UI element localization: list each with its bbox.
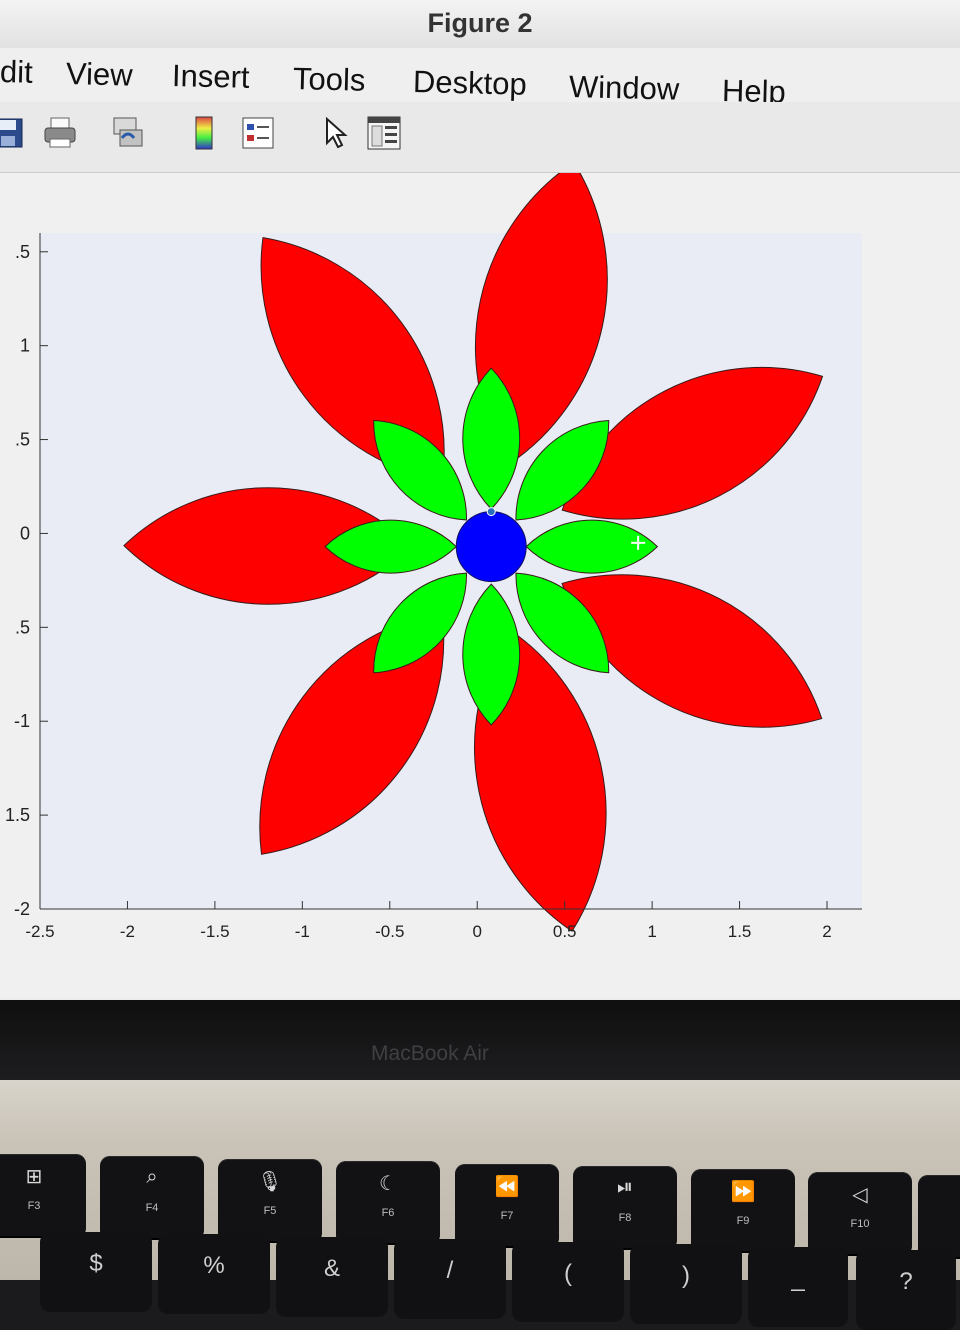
figure-canvas: -2.5 -2 -1.5 -1 -0.5 0 0.5 1 1.5 2 .5 1.5 0.5 -1 1.5-… xyxy=(0,173,960,998)
key-legend: ? xyxy=(899,1268,913,1295)
x-tick-label: -1.5 xyxy=(200,922,229,941)
x-tick-label: 1.5 xyxy=(728,922,752,941)
search-icon: ⌕ xyxy=(146,1166,158,1188)
key-f3[interactable]: ⊞ F3 xyxy=(0,1154,86,1236)
keyboard-deck: ⊞ F3 ⌕ F4 🎙 F5 ☾ F6 ⏪ F7 ⏯ F8 ⏩ F9 ◁ F10… xyxy=(0,1080,960,1330)
key-label: F9 xyxy=(736,1215,750,1227)
y-tick-label: .5 xyxy=(15,430,30,450)
key-f5[interactable]: 🎙 F5 xyxy=(218,1159,322,1241)
x-tick-label: 0.5 xyxy=(553,922,577,941)
key-label: F7 xyxy=(500,1210,514,1222)
y-tick-label: .5 xyxy=(15,242,30,262)
play-pause-icon: ⏯ xyxy=(617,1176,633,1198)
plot-axes[interactable]: -2.5 -2 -1.5 -1 -0.5 0 0.5 1 1.5 2 .51.50.5-11.5-… xyxy=(0,173,960,998)
key-f4[interactable]: ⌕ F4 xyxy=(100,1156,204,1238)
x-tick-label: 0 xyxy=(472,922,481,941)
key-legend: _ xyxy=(791,1265,805,1292)
laptop-screen: Figure 2 dit View Insert Tools Desktop W… xyxy=(0,0,960,1020)
menu-edit[interactable]: dit xyxy=(0,54,33,91)
y-tick-label: -2 xyxy=(14,899,30,919)
menu-bar: dit View Insert Tools Desktop Window Hel… xyxy=(0,48,960,110)
key-f9[interactable]: ⏩ F9 xyxy=(691,1169,795,1251)
x-tick-label: 1 xyxy=(647,922,656,941)
y-tick-labels: .51.50.5-11.5-2 xyxy=(5,242,30,919)
menu-insert[interactable]: Insert xyxy=(172,58,250,96)
x-tick-label: -0.5 xyxy=(375,922,404,941)
mute-icon: ◁ xyxy=(852,1184,868,1206)
key-slash[interactable]: / xyxy=(394,1239,506,1319)
legend-icon[interactable] xyxy=(236,110,280,156)
moon-icon: ☾ xyxy=(379,1173,397,1195)
key-legend: ( xyxy=(564,1260,572,1287)
key-legend: / xyxy=(446,1257,454,1284)
y-tick-label: 1 xyxy=(20,336,30,356)
key-label: F6 xyxy=(381,1207,395,1219)
key-legend: ) xyxy=(682,1262,690,1289)
figure-toolbar xyxy=(0,102,960,173)
print-icon[interactable] xyxy=(38,110,82,156)
x-tick-label: -1 xyxy=(295,922,310,941)
x-tick-label: 2 xyxy=(822,922,831,941)
key-legend: & xyxy=(323,1255,340,1282)
key-label: F4 xyxy=(145,1202,159,1214)
key-label: F10 xyxy=(850,1218,870,1230)
key-question[interactable]: ? xyxy=(856,1250,956,1330)
y-tick-label: .5 xyxy=(15,617,30,637)
key-paren-open[interactable]: ( xyxy=(512,1242,624,1322)
link-plot-icon[interactable] xyxy=(106,110,150,156)
menu-view[interactable]: View xyxy=(66,56,133,94)
rewind-icon: ⏪ xyxy=(494,1176,520,1198)
key-ampersand[interactable]: & xyxy=(276,1237,388,1317)
x-tick-labels: -2.5 -2 -1.5 -1 -0.5 0 0.5 1 1.5 2 xyxy=(25,922,831,941)
window-title: Figure 2 xyxy=(427,8,533,38)
key-label: F3 xyxy=(27,1200,41,1212)
x-tick-label: -2 xyxy=(120,922,135,941)
colorbar-icon[interactable] xyxy=(182,110,226,156)
key-underscore[interactable]: _ xyxy=(748,1247,848,1327)
menu-tools[interactable]: Tools xyxy=(293,61,366,99)
y-tick-label: 1.5 xyxy=(5,805,30,825)
brand-label: MacBook Air xyxy=(371,1042,489,1065)
data-tip-marker[interactable] xyxy=(486,507,496,517)
fast-forward-icon: ⏩ xyxy=(730,1181,756,1203)
key-f8[interactable]: ⏯ F8 xyxy=(573,1166,677,1248)
menu-desktop[interactable]: Desktop xyxy=(413,64,528,103)
y-tick-label: 0 xyxy=(20,523,30,543)
key-label: F8 xyxy=(618,1212,632,1224)
x-tick-label: -2.5 xyxy=(25,922,54,941)
key-f11[interactable] xyxy=(918,1175,960,1257)
pointer-icon[interactable] xyxy=(312,110,356,156)
key-percent[interactable]: % xyxy=(158,1234,270,1314)
key-paren-close[interactable]: ) xyxy=(630,1244,742,1324)
save-icon[interactable] xyxy=(0,110,30,156)
key-legend: $ xyxy=(89,1250,103,1277)
y-tick-label: -1 xyxy=(14,711,30,731)
window-titlebar[interactable]: Figure 2 xyxy=(0,0,960,49)
property-inspector-icon[interactable] xyxy=(362,110,406,156)
key-label: F5 xyxy=(263,1205,277,1217)
key-f6[interactable]: ☾ F6 xyxy=(336,1161,440,1243)
mission-control-icon: ⊞ xyxy=(25,1166,43,1188)
key-legend: % xyxy=(203,1252,225,1279)
key-f7[interactable]: ⏪ F7 xyxy=(455,1164,559,1246)
blue-center-disk xyxy=(455,511,527,583)
key-f10[interactable]: ◁ F10 xyxy=(808,1172,912,1254)
microphone-icon: 🎙 xyxy=(257,1171,283,1193)
key-dollar[interactable]: $ xyxy=(40,1232,152,1312)
